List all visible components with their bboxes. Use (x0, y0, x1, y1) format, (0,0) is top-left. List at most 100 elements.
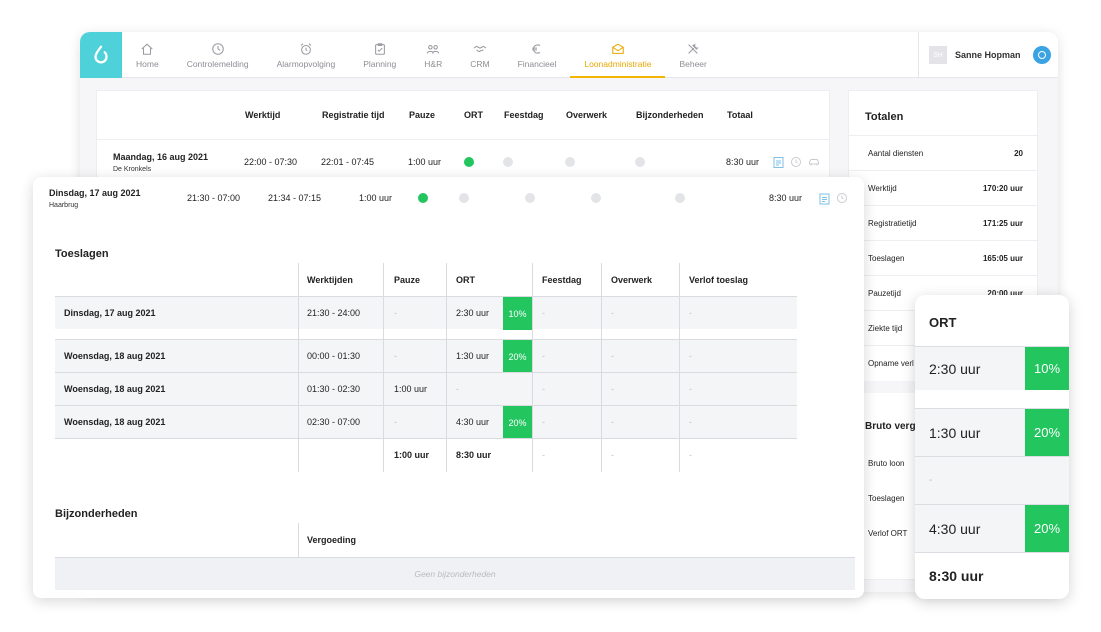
tools-icon (688, 43, 699, 54)
column-divider (601, 263, 602, 472)
card-total-row: 8:30 uur (915, 552, 1069, 599)
table-row[interactable]: Dinsdag, 17 aug 2021 21:30 - 24:00 - 2:3… (55, 296, 797, 330)
top-navigation: Home Controlemelding Alarmopvolging Plan… (80, 32, 1058, 78)
nav-label: CRM (470, 58, 490, 69)
history-icon[interactable] (836, 192, 848, 204)
total-ort: 8:30 uur (456, 450, 492, 460)
totals-label: Opname verl (868, 358, 914, 368)
totals-label: Aantal diensten (868, 148, 924, 158)
bijzonderheden-status-dot (635, 157, 645, 167)
bijzonderheden-status-dot (675, 193, 685, 203)
detail-row[interactable]: Dinsdag, 17 aug 2021 Haarbrug 21:30 - 07… (33, 177, 864, 221)
row-feestdag: - (542, 384, 545, 394)
row-totaal: 8:30 uur (769, 193, 803, 203)
col-werktijden: Werktijden (307, 274, 353, 285)
total-verlof: - (689, 450, 692, 460)
ort-percentage-badge: 20% (503, 340, 532, 373)
user-name: Sanne Hopman (955, 50, 1021, 60)
table-row[interactable]: Woensdag, 18 aug 2021 01:30 - 02:30 1:00… (55, 372, 797, 405)
table-row[interactable]: Woensdag, 18 aug 2021 02:30 - 07:00 - 4:… (55, 405, 797, 439)
row-werktijden: 21:30 - 24:00 (307, 308, 361, 318)
card-row-value: 4:30 uur (929, 520, 981, 537)
card-row[interactable]: 1:30 uur 20% (915, 408, 1069, 456)
row-werktijd: 21:30 - 07:00 (187, 193, 241, 203)
nav-item-home[interactable]: Home (122, 32, 173, 78)
row-date: Maandag, 16 aug 2021 (113, 151, 209, 162)
card-title: ORT (929, 315, 957, 330)
ort-percentage-badge: 10% (503, 297, 532, 330)
nav-item-alarmopvolging[interactable]: Alarmopvolging (263, 32, 350, 78)
row-werktijden: 00:00 - 01:30 (307, 351, 361, 361)
nav-item-hr[interactable]: H&R (410, 32, 456, 78)
nav-item-financieel[interactable]: Financieel (504, 32, 571, 78)
nav-label: Controlemelding (186, 58, 249, 69)
totals-row: Toeslagen 165:05 uur (849, 240, 1037, 275)
card-row[interactable]: - (915, 456, 1069, 504)
table-row[interactable]: Woensdag, 18 aug 2021 00:00 - 01:30 - 1:… (55, 339, 797, 373)
bruto-label: Toeslagen (868, 494, 905, 503)
totals-value: 170:20 uur (982, 183, 1023, 193)
handshake-icon (473, 45, 487, 52)
row-feestdag: - (542, 417, 545, 427)
row-werktijden: 01:30 - 02:30 (307, 384, 361, 394)
power-button[interactable] (1032, 46, 1051, 64)
nav-item-loonadministratie[interactable]: Loonadministratie (570, 32, 666, 78)
column-divider (298, 523, 299, 557)
totals-row: Registratietijd 171:25 uur (849, 205, 1037, 240)
people-icon (427, 44, 440, 54)
row-feestdag: - (542, 308, 545, 318)
totals-title: Totalen (865, 111, 904, 123)
row-registratie: 21:34 - 07:15 (268, 193, 322, 203)
nav-item-controlemelding[interactable]: Controlemelding (173, 32, 263, 78)
row-date: Dinsdag, 17 aug 2021 (49, 187, 141, 198)
ort-percentage-badge: 20% (1025, 505, 1069, 552)
col-overwerk: Overwerk (611, 274, 653, 285)
empty-state: Geen bijzonderheden (55, 557, 855, 590)
col-feestdag: Feestdag (542, 274, 582, 285)
drop-logo-icon (94, 45, 108, 64)
totals-value: 171:25 uur (982, 218, 1023, 228)
history-icon[interactable] (790, 156, 802, 168)
column-divider (679, 263, 680, 472)
nav-item-planning[interactable]: Planning (349, 32, 410, 78)
row-ort: - (456, 384, 459, 394)
user-menu[interactable]: SH Sanne Hopman (918, 32, 1058, 78)
row-ort: 2:30 uur (456, 308, 490, 318)
row-date: Woensdag, 18 aug 2021 (64, 351, 166, 361)
nav-label: Home (136, 58, 159, 69)
feestdag-status-dot (459, 193, 469, 203)
row-date: Woensdag, 18 aug 2021 (64, 384, 166, 394)
verlof-status-dot (591, 193, 601, 203)
totals-row: Werktijd 170:20 uur (849, 170, 1037, 205)
row-pauze: - (394, 351, 397, 361)
envelope-icon (612, 43, 624, 54)
totals-value: 165:05 uur (982, 253, 1023, 263)
car-icon[interactable] (808, 156, 820, 168)
clipboard-icon[interactable] (819, 192, 830, 205)
card-row[interactable]: 2:30 uur 10% (915, 346, 1069, 390)
col-vergoeding: Vergoeding (307, 534, 357, 545)
overwerk-status-dot (565, 157, 575, 167)
row-ort: 1:30 uur (456, 351, 490, 361)
row-overwerk: - (611, 351, 614, 361)
clipboard-icon[interactable] (773, 156, 784, 168)
card-total-value: 8:30 uur (929, 568, 984, 584)
column-divider (298, 263, 299, 472)
col-ort: ORT (456, 274, 475, 285)
col-werktijd: Werktijd (245, 110, 281, 120)
app-logo[interactable] (80, 32, 122, 78)
row-verlof: - (689, 351, 692, 361)
card-spacer (915, 390, 1069, 408)
nav-item-beheer[interactable]: Beheer (665, 32, 720, 78)
card-row[interactable]: 4:30 uur 20% (915, 504, 1069, 552)
row-feestdag: - (542, 351, 545, 361)
totals-label: Toeslagen (868, 253, 905, 263)
bruto-title: Bruto verg (865, 421, 916, 432)
overview-panel: Werktijd Registratie tijd Pauze ORT Fees… (96, 90, 830, 190)
main-nav: Home Controlemelding Alarmopvolging Plan… (122, 32, 721, 78)
row-date: Dinsdag, 17 aug 2021 (64, 308, 156, 318)
totals-label: Werktijd (868, 183, 897, 193)
nav-label: Planning (363, 58, 397, 69)
nav-item-crm[interactable]: CRM (456, 32, 503, 78)
nav-label: Financieel (517, 58, 557, 69)
